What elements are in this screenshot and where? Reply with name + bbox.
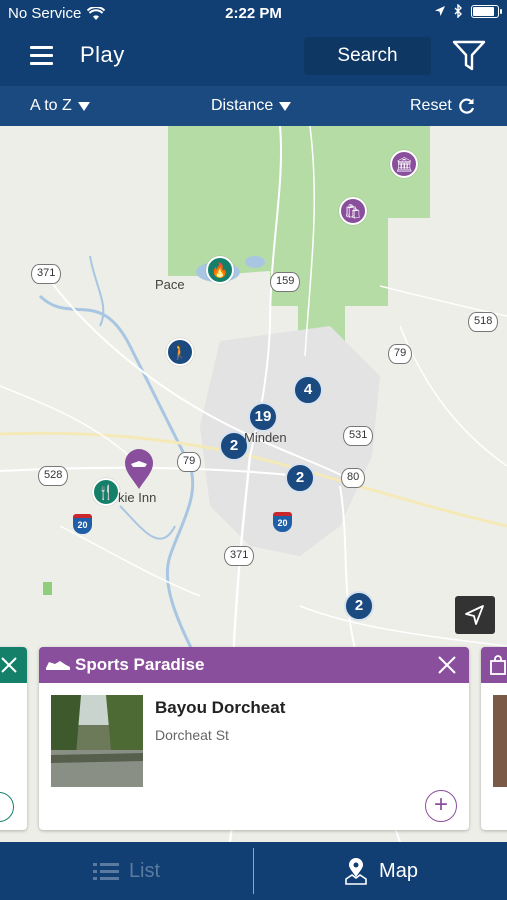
list-icon (92, 863, 119, 880)
map-cluster-marker[interactable]: 19 (248, 402, 278, 432)
search-button[interactable]: Search (304, 37, 431, 75)
caret-down-icon (77, 101, 90, 111)
route-shield: 531 (343, 426, 374, 446)
sort-distance-dropdown[interactable]: Distance (211, 97, 292, 115)
town-label: kie Inn (118, 490, 157, 505)
sort-distance-label: Distance (211, 97, 274, 114)
reset-label: Reset (410, 97, 452, 114)
route-shield: 80 (341, 468, 366, 488)
restaurant-poi-icon[interactable]: 🍴 (92, 478, 120, 506)
app-header: Play Search (0, 28, 507, 86)
place-thumbnail (51, 695, 143, 787)
page-title: Play (80, 42, 125, 67)
result-card[interactable]: Sports Paradise Bayou Dorcheat Dorcheat … (39, 647, 469, 830)
reset-button[interactable]: Reset (410, 97, 476, 115)
map-cluster-marker[interactable]: 4 (293, 375, 323, 405)
close-icon[interactable] (435, 653, 459, 677)
shopping-bag-icon (490, 655, 506, 675)
card-header: Sports Paradise (39, 647, 469, 683)
shopping-bag-poi-icon[interactable]: 🛍 (339, 197, 367, 225)
caret-down-icon (279, 101, 292, 111)
route-shield: 79 (388, 344, 413, 364)
place-thumbnail (493, 695, 507, 787)
battery-icon (471, 4, 502, 18)
campfire-poi-icon[interactable]: 🔥 (206, 256, 234, 284)
card-category-label: Sports Paradise (75, 655, 205, 674)
town-label: Pace (155, 277, 185, 292)
route-shield: 518 (468, 312, 499, 332)
card-header (481, 647, 507, 683)
bluetooth-icon (454, 4, 462, 18)
clock: 2:22 PM (225, 5, 282, 22)
route-shield: 528 (38, 466, 69, 486)
sneaker-icon (46, 661, 70, 670)
place-address: Dorcheat St (155, 727, 229, 743)
museum-poi-icon[interactable]: 🏛 (390, 150, 418, 178)
hiker-poi-icon[interactable]: 🚶 (166, 338, 194, 366)
sort-a-to-z-label: A to Z (30, 97, 72, 114)
refresh-icon (458, 98, 474, 114)
result-card-next[interactable] (481, 647, 507, 830)
tab-list-label: List (128, 859, 161, 882)
route-shield: 371 (31, 264, 62, 284)
place-name: Bayou Dorcheat (155, 698, 286, 717)
map-cluster-marker[interactable]: 2 (344, 591, 374, 621)
route-shield: 79 (177, 452, 202, 472)
tab-list[interactable]: List (0, 842, 253, 900)
location-arrow-icon (435, 6, 445, 16)
status-bar: No Service 2:22 PM (0, 0, 507, 28)
town-label: Minden (244, 430, 287, 445)
tab-map-label: Map (379, 859, 418, 882)
map-cluster-marker[interactable]: 2 (285, 463, 315, 493)
add-circle-icon[interactable] (0, 792, 14, 822)
bottom-tab-bar: List Map (0, 842, 507, 900)
selected-location-pin-icon[interactable] (124, 448, 154, 490)
route-shield: 371 (224, 546, 255, 566)
add-to-itinerary-button[interactable]: + (425, 790, 457, 822)
result-card-previous[interactable] (0, 647, 27, 830)
interstate-shield: 20 (73, 514, 92, 534)
route-shield: 159 (270, 272, 301, 292)
navigation-arrow-icon (465, 605, 484, 625)
my-location-button[interactable] (455, 596, 495, 634)
card-header (0, 647, 27, 683)
sort-a-to-z-dropdown[interactable]: A to Z (30, 97, 90, 115)
hamburger-menu-button[interactable] (30, 43, 54, 67)
tab-map[interactable]: Map (254, 842, 507, 900)
sort-bar: A to Z Distance Reset (0, 86, 507, 126)
interstate-shield: 20 (273, 512, 292, 532)
map-pin-icon (345, 858, 367, 885)
close-icon[interactable] (0, 656, 18, 674)
filter-icon[interactable] (452, 40, 486, 72)
